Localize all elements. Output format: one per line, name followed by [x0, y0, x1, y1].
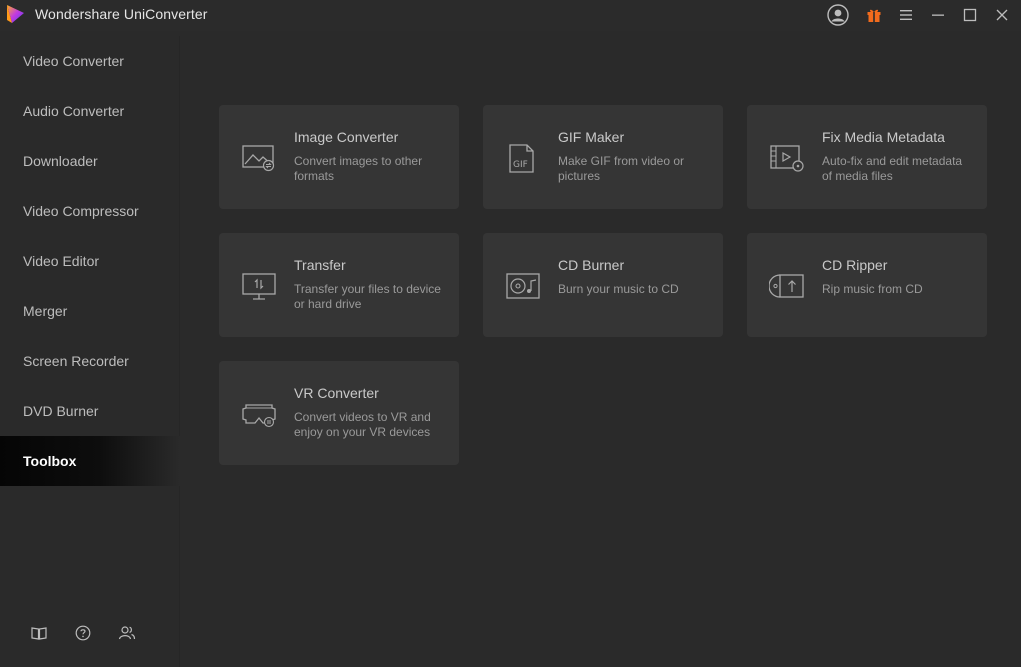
- sidebar-item-label: Video Editor: [23, 253, 100, 269]
- sidebar-item-label: Toolbox: [23, 453, 77, 469]
- metadata-icon: [769, 143, 805, 173]
- cd-ripper-icon: [768, 271, 805, 301]
- maximize-icon[interactable]: [958, 4, 982, 26]
- svg-text:GIF: GIF: [513, 160, 528, 170]
- tool-card-title: GIF Maker: [558, 129, 625, 145]
- tool-card-desc: Make GIF from video or pictures: [558, 154, 685, 183]
- tool-card-image-converter[interactable]: Image Converter Convert images to other …: [219, 105, 459, 209]
- tool-card-desc: Burn your music to CD: [558, 282, 679, 296]
- sidebar-item-label: Video Converter: [23, 53, 124, 69]
- sidebar-item-label: Screen Recorder: [23, 353, 129, 369]
- tool-card-desc: Transfer your files to device or hard dr…: [294, 282, 441, 311]
- close-icon[interactable]: [990, 4, 1014, 26]
- tool-card-fix-media-metadata[interactable]: Fix Media Metadata Auto-fix and edit met…: [747, 105, 987, 209]
- app-title: Wondershare UniConverter: [35, 6, 208, 22]
- help-icon[interactable]: [74, 624, 92, 642]
- gift-icon[interactable]: [862, 4, 886, 26]
- cd-burner-icon: [505, 271, 541, 301]
- tool-card-desc: Convert images to other formats: [294, 154, 423, 183]
- tool-card-desc: Auto-fix and edit metadata of media file…: [822, 154, 963, 183]
- toolbox-panel: Image Converter Convert images to other …: [181, 36, 1021, 667]
- app-window: Wondershare UniConverter Video Converter…: [0, 0, 1021, 667]
- sidebar-item-toolbox[interactable]: Toolbox: [0, 436, 180, 486]
- sidebar-item-downloader[interactable]: Downloader: [0, 136, 180, 186]
- sidebar-item-label: Audio Converter: [23, 103, 125, 119]
- tool-card-title: Transfer: [294, 257, 346, 273]
- hamburger-menu-icon[interactable]: [894, 4, 918, 26]
- sidebar-item-dvd-burner[interactable]: DVD Burner: [0, 386, 180, 436]
- tool-card-gif-maker[interactable]: GIF GIF Maker Make GIF from video or pic…: [483, 105, 723, 209]
- tool-card-desc: Rip music from CD: [822, 282, 923, 296]
- tool-card-title: Image Converter: [294, 129, 399, 145]
- tool-card-desc: Convert videos to VR and enjoy on your V…: [294, 410, 431, 439]
- tool-card-title: CD Ripper: [822, 257, 888, 273]
- tool-card-title: VR Converter: [294, 385, 379, 401]
- vr-headset-icon: [241, 399, 277, 429]
- tool-card-vr-converter[interactable]: VR Converter Convert videos to VR and en…: [219, 361, 459, 465]
- sidebar: Video Converter Audio Converter Download…: [0, 36, 180, 667]
- image-convert-icon: [241, 143, 277, 173]
- user-circle-icon[interactable]: [826, 4, 850, 26]
- sidebar-item-video-compressor[interactable]: Video Compressor: [0, 186, 180, 236]
- gif-file-icon: GIF: [505, 143, 541, 173]
- sidebar-item-merger[interactable]: Merger: [0, 286, 180, 336]
- app-logo-icon: [4, 3, 26, 25]
- book-icon[interactable]: [30, 624, 48, 642]
- sidebar-item-label: Merger: [23, 303, 68, 319]
- sidebar-item-audio-converter[interactable]: Audio Converter: [0, 86, 180, 136]
- tool-card-title: Fix Media Metadata: [822, 129, 945, 145]
- tool-card-title: CD Burner: [558, 257, 625, 273]
- sidebar-item-video-converter[interactable]: Video Converter: [0, 36, 180, 86]
- sidebar-item-label: Video Compressor: [23, 203, 139, 219]
- sidebar-item-label: DVD Burner: [23, 403, 99, 419]
- sidebar-item-screen-recorder[interactable]: Screen Recorder: [0, 336, 180, 386]
- minimize-icon[interactable]: [926, 4, 950, 26]
- transfer-icon: [241, 271, 277, 301]
- tool-card-cd-burner[interactable]: CD Burner Burn your music to CD: [483, 233, 723, 337]
- tool-card-cd-ripper[interactable]: CD Ripper Rip music from CD: [747, 233, 987, 337]
- community-icon[interactable]: [118, 624, 136, 642]
- sidebar-item-label: Downloader: [23, 153, 98, 169]
- tool-card-transfer[interactable]: Transfer Transfer your files to device o…: [219, 233, 459, 337]
- title-bar: Wondershare UniConverter: [0, 0, 1021, 31]
- sidebar-item-video-editor[interactable]: Video Editor: [0, 236, 180, 286]
